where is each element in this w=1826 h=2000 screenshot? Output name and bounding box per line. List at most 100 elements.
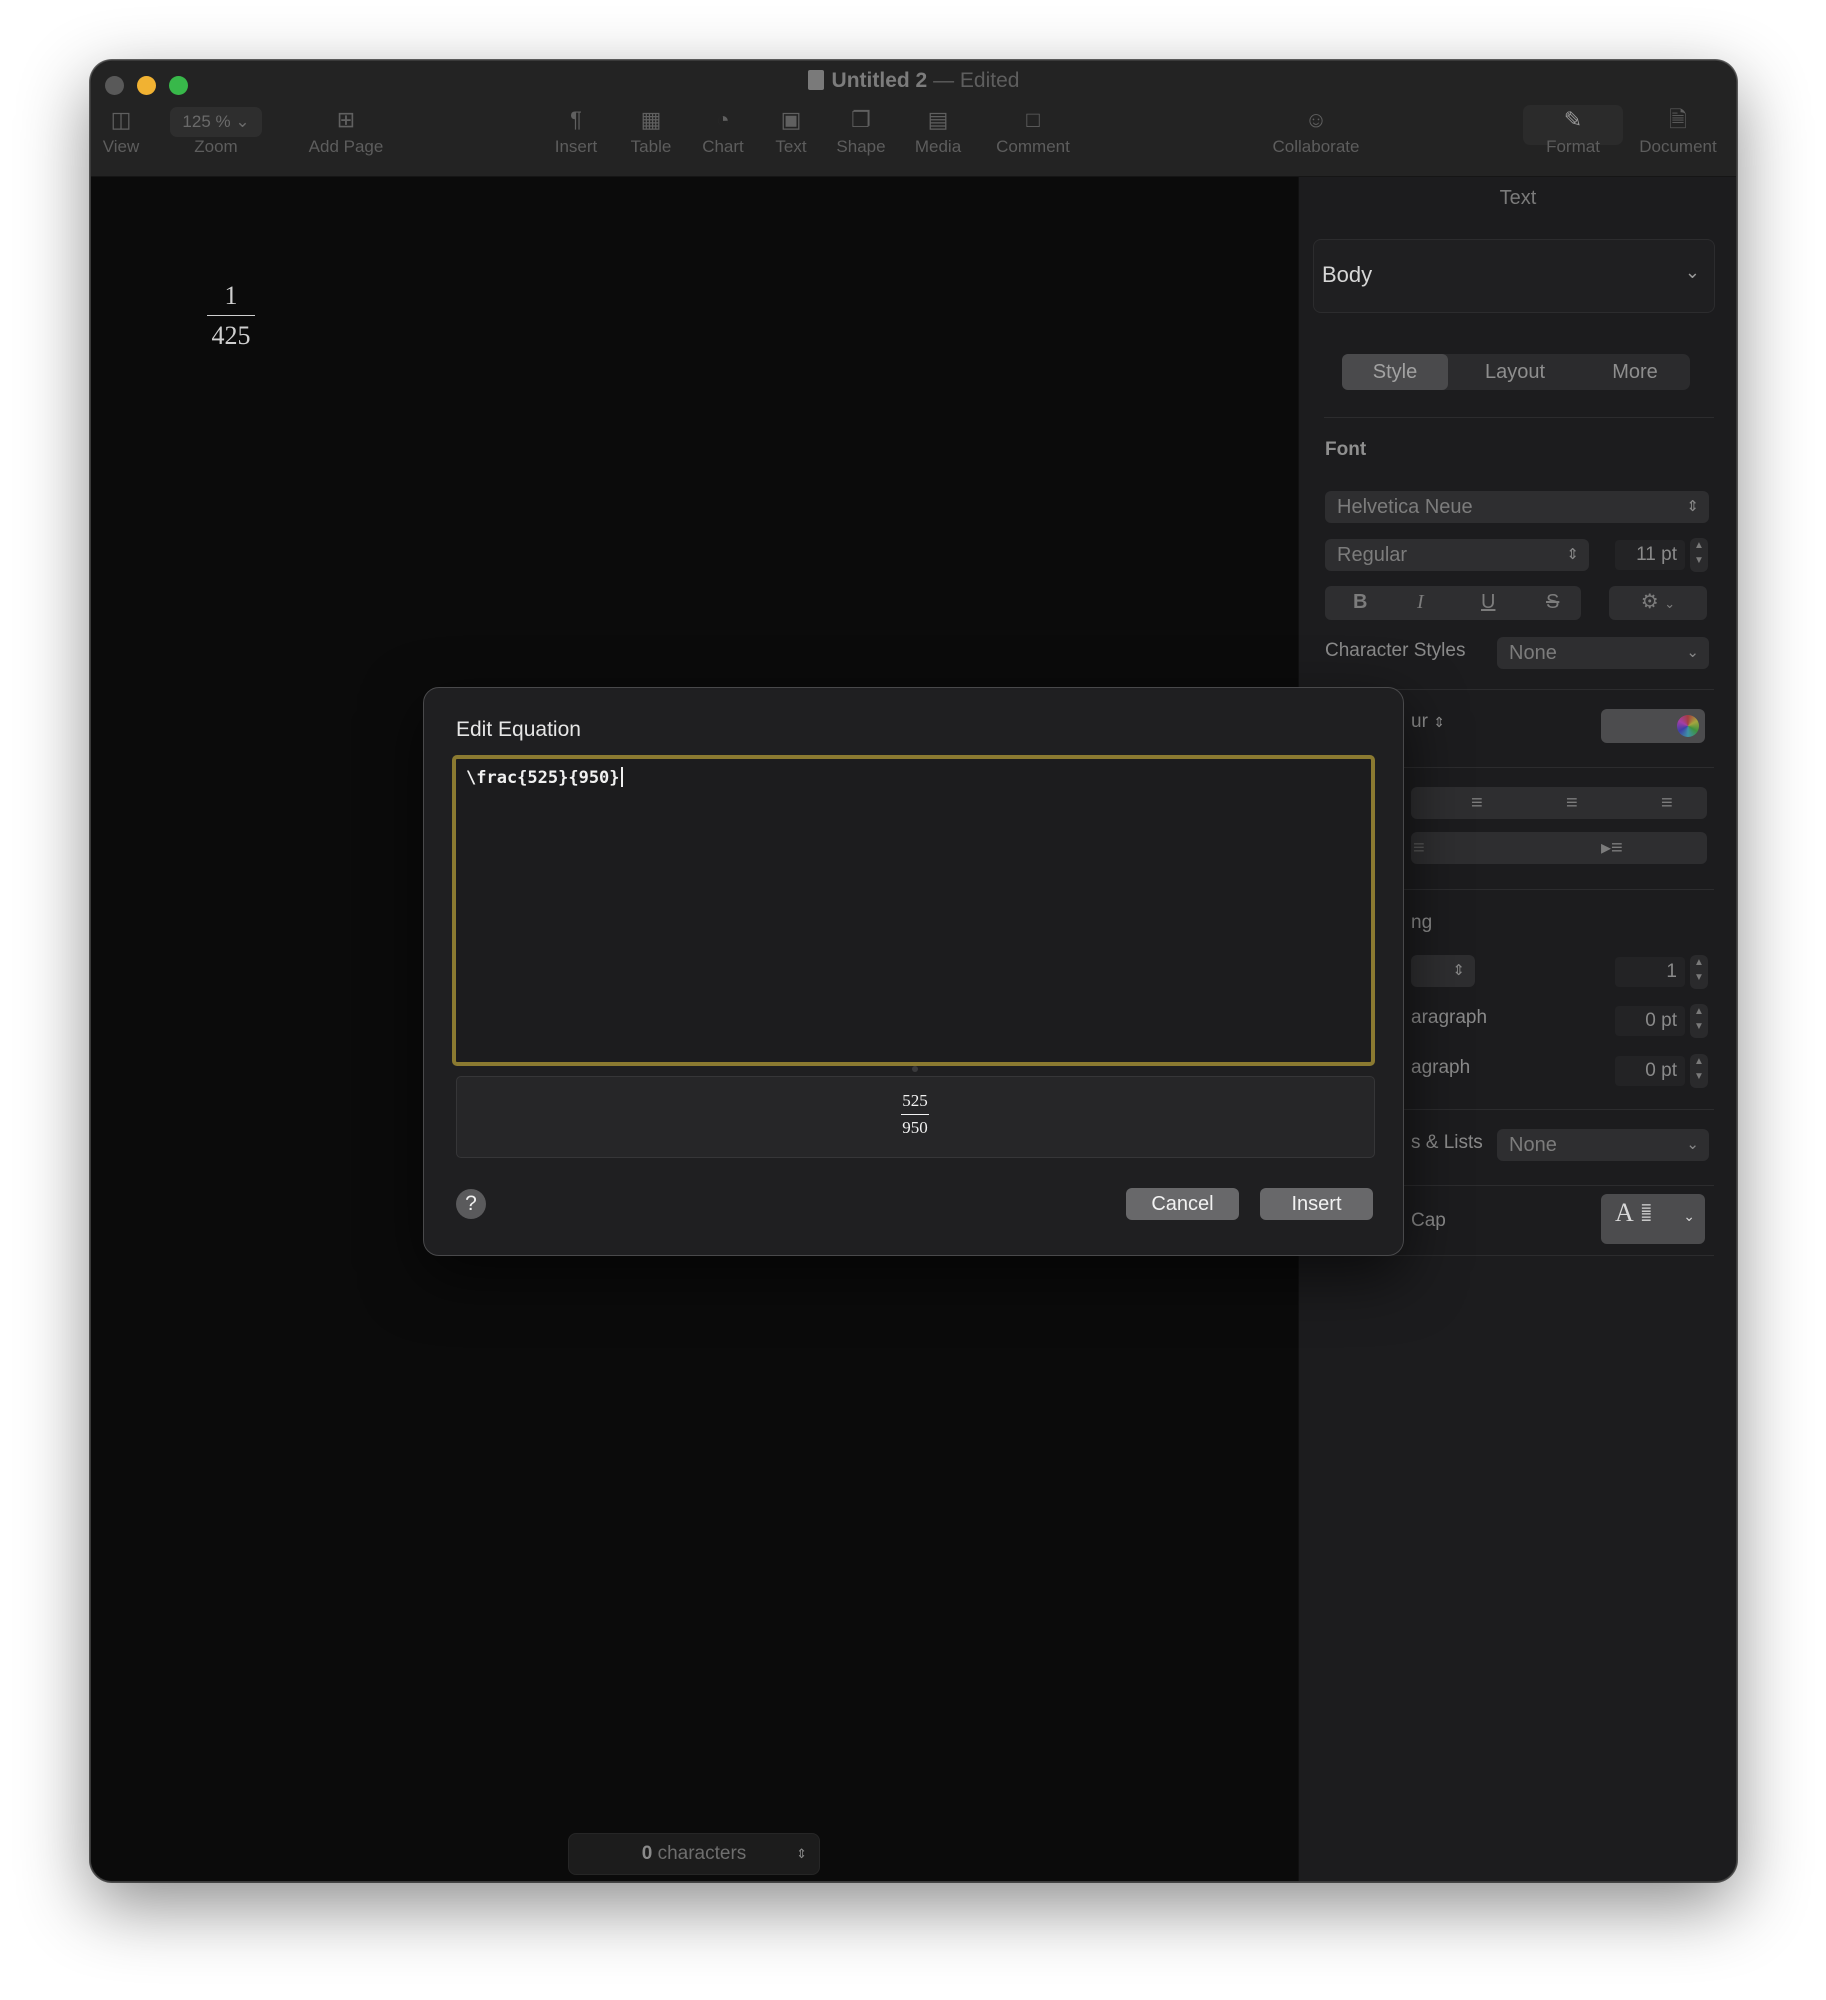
toolbar-format[interactable]: ✎ Format bbox=[1523, 105, 1623, 157]
after-paragraph-field[interactable]: 0 pt bbox=[1615, 1056, 1685, 1086]
underline-button[interactable]: U bbox=[1481, 586, 1495, 618]
pie-chart-icon: ◔ bbox=[716, 107, 730, 132]
tab-more[interactable]: More bbox=[1580, 354, 1690, 390]
line-spacing-stepper[interactable]: ▲ ▼ bbox=[1690, 955, 1708, 989]
typeface-popup[interactable]: Regular ⇕ bbox=[1325, 539, 1589, 571]
line-spacing-popup[interactable]: ⇕ bbox=[1411, 955, 1475, 987]
document-name: Untitled 2 bbox=[831, 69, 928, 92]
shape-icon: ❐ bbox=[851, 107, 871, 132]
character-styles-popup[interactable]: None ⌄ bbox=[1497, 637, 1709, 669]
toolbar-comment[interactable]: □ Comment bbox=[983, 105, 1083, 157]
document-icon: 🗎 bbox=[1669, 107, 1687, 132]
justify-icon[interactable]: ≡ bbox=[1661, 787, 1673, 819]
toolbar-document[interactable]: 🗎 Document bbox=[1628, 105, 1728, 157]
toolbar-zoom[interactable]: 125 % ⌄ Zoom bbox=[166, 105, 266, 157]
equation-object[interactable]: 1 425 bbox=[207, 281, 255, 351]
toolbar-view[interactable]: ◫ View bbox=[101, 105, 141, 157]
up-down-chevron-icon: ⇕ bbox=[1566, 546, 1579, 563]
bold-button[interactable]: B bbox=[1353, 586, 1367, 618]
equation-preview: 525 950 bbox=[456, 1076, 1375, 1158]
text-colour-well[interactable] bbox=[1601, 709, 1705, 743]
gear-icon: ⚙ bbox=[1640, 591, 1659, 613]
zoom-popup[interactable]: 125 % ⌄ bbox=[170, 107, 262, 137]
toolbar-text[interactable]: ▣ Text bbox=[761, 105, 821, 157]
toolbar-insert[interactable]: ¶ Insert bbox=[546, 105, 606, 157]
align-center-icon[interactable]: ≡ bbox=[1471, 787, 1483, 819]
drop-cap-icon: A bbox=[1615, 1198, 1634, 1227]
preview-denominator: 950 bbox=[902, 1118, 928, 1137]
spacing-label: ng bbox=[1411, 912, 1433, 933]
toolbar-collaborate[interactable]: ☺ Collaborate bbox=[1251, 105, 1381, 157]
after-paragraph-stepper[interactable]: ▲ ▼ bbox=[1690, 1054, 1708, 1088]
text-format-buttons: B I U S bbox=[1325, 586, 1581, 620]
preview-numerator: 525 bbox=[902, 1091, 928, 1110]
collaborate-icon: ☺ bbox=[1304, 107, 1328, 132]
window-title: Untitled 2 — Edited bbox=[91, 69, 1736, 93]
colour-wheel-icon[interactable] bbox=[1677, 715, 1699, 737]
chevron-down-icon: ⌄ bbox=[1686, 644, 1699, 661]
toolbar-media[interactable]: ▤ Media bbox=[903, 105, 973, 157]
toolbar-add-page[interactable]: ⊞ Add Page bbox=[286, 105, 406, 157]
toolbar-chart[interactable]: ◔ Chart bbox=[693, 105, 753, 157]
chevron-down-icon: ⌄ bbox=[235, 112, 250, 131]
bullets-lists-label: s & Lists bbox=[1411, 1132, 1483, 1153]
chevron-down-icon: ⌄ bbox=[1664, 596, 1676, 611]
edited-status: Edited bbox=[959, 69, 1020, 92]
character-styles-label: Character Styles bbox=[1325, 640, 1466, 661]
before-paragraph-stepper[interactable]: ▲ ▼ bbox=[1690, 1004, 1708, 1038]
tab-style[interactable]: Style bbox=[1342, 354, 1448, 390]
character-count-popup[interactable]: 0 characters ⇕ bbox=[568, 1833, 820, 1875]
font-heading: Font bbox=[1325, 439, 1367, 460]
cancel-button[interactable]: Cancel bbox=[1126, 1188, 1239, 1220]
text-caret bbox=[620, 767, 623, 787]
latex-input[interactable]: \frac{525}{950} bbox=[452, 755, 1375, 1066]
photo-icon: ▤ bbox=[927, 107, 949, 132]
chevron-down-icon: ⌄ bbox=[1686, 1136, 1699, 1153]
title-bar: Untitled 2 — Edited ◫ View 125 % ⌄ Zoom … bbox=[91, 61, 1736, 177]
edit-equation-dialog: Edit Equation \frac{525}{950} 525 950 ? … bbox=[423, 687, 1404, 1256]
after-paragraph-label: agraph bbox=[1411, 1057, 1471, 1078]
font-family-popup[interactable]: Helvetica Neue ⇕ bbox=[1325, 491, 1709, 523]
chevron-down-icon: ⌄ bbox=[1683, 1208, 1695, 1224]
up-down-chevron-icon: ⇕ bbox=[1686, 498, 1699, 515]
italic-button[interactable]: I bbox=[1417, 586, 1424, 618]
strikethrough-button[interactable]: S bbox=[1546, 586, 1559, 618]
font-size-field[interactable]: 11 pt bbox=[1615, 540, 1685, 570]
latex-text: \frac{525}{950} bbox=[466, 768, 620, 788]
equation-numerator: 1 bbox=[224, 281, 238, 310]
preview-fraction: 525 950 bbox=[889, 1091, 941, 1138]
up-down-chevron-icon: ⇕ bbox=[1433, 714, 1445, 730]
up-down-chevron-icon: ⇕ bbox=[796, 1846, 807, 1861]
toolbar-table[interactable]: ▦ Table bbox=[621, 105, 681, 157]
paragraph-style-popup[interactable]: Body ⌄ bbox=[1313, 239, 1715, 313]
align-right-icon[interactable]: ≡ bbox=[1566, 787, 1578, 819]
chevron-down-icon: ⌄ bbox=[1684, 262, 1700, 282]
decrease-indent-icon[interactable]: ≡ bbox=[1413, 832, 1425, 864]
insert-button[interactable]: Insert bbox=[1260, 1188, 1373, 1220]
advanced-options-button[interactable]: ⚙ ⌄ bbox=[1609, 586, 1707, 620]
drop-cap-popup[interactable]: A ≡ ≡ ⌄ bbox=[1601, 1194, 1705, 1244]
font-size-stepper[interactable]: ▲ ▼ bbox=[1690, 538, 1708, 572]
document-proxy-icon[interactable] bbox=[807, 70, 824, 90]
help-button[interactable]: ? bbox=[456, 1189, 486, 1219]
increase-indent-icon[interactable]: ▸≡ bbox=[1601, 832, 1623, 864]
line-spacing-field[interactable]: 1 bbox=[1615, 957, 1685, 987]
sidebar-icon: ◫ bbox=[110, 107, 132, 132]
resize-handle[interactable] bbox=[912, 1066, 918, 1072]
paintbrush-icon: ✎ bbox=[1563, 107, 1583, 132]
plus-square-icon: ⊞ bbox=[336, 107, 356, 132]
text-box-icon: ▣ bbox=[780, 107, 802, 132]
bullets-lists-popup[interactable]: None ⌄ bbox=[1497, 1129, 1709, 1161]
before-paragraph-field[interactable]: 0 pt bbox=[1615, 1006, 1685, 1036]
before-paragraph-label: aragraph bbox=[1411, 1007, 1488, 1028]
tab-layout[interactable]: Layout bbox=[1460, 354, 1570, 390]
text-colour-label: ur ⇕ bbox=[1411, 711, 1445, 732]
alignment-buttons: ≡ ≡ ≡ bbox=[1411, 787, 1707, 819]
up-down-chevron-icon: ⇕ bbox=[1452, 962, 1465, 979]
table-icon: ▦ bbox=[640, 107, 662, 132]
dialog-title: Edit Equation bbox=[456, 718, 581, 741]
equation-denominator: 425 bbox=[211, 321, 251, 350]
toolbar-shape[interactable]: ❐ Shape bbox=[828, 105, 894, 157]
indent-buttons: ≡ ▸≡ bbox=[1411, 832, 1707, 864]
drop-cap-label: Cap bbox=[1411, 1210, 1446, 1231]
